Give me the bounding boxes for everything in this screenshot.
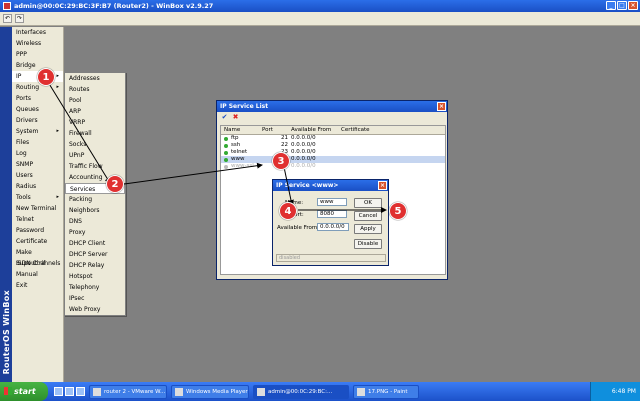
desktop-icon[interactable] [76,387,85,396]
tray-clock: 6:48 PM [590,382,640,401]
callout-arrows [47,81,387,213]
task-vmware[interactable]: router 2 - VMware W... [89,384,167,399]
arrow-2-3 [123,162,263,185]
callout-3: 3 [272,152,290,170]
callout-2: 2 [106,175,124,193]
start-button[interactable]: start [0,382,48,401]
arrow-1-2 [47,81,111,184]
quick-launch [54,387,85,396]
browser-icon[interactable] [54,387,63,396]
media-icon[interactable] [65,387,74,396]
task-media-player[interactable]: Windows Media Player [171,384,249,399]
callout-4: 4 [279,202,297,220]
task-paint[interactable]: 17.PNG - Paint [353,384,419,399]
task-winbox[interactable]: admin@00:0C:29:BC:... [253,384,349,399]
arrow-3-4 [283,166,294,206]
taskbar: start router 2 - VMware W... Windows Med… [0,382,640,401]
callout-5: 5 [389,202,407,220]
callout-1: 1 [37,68,55,86]
